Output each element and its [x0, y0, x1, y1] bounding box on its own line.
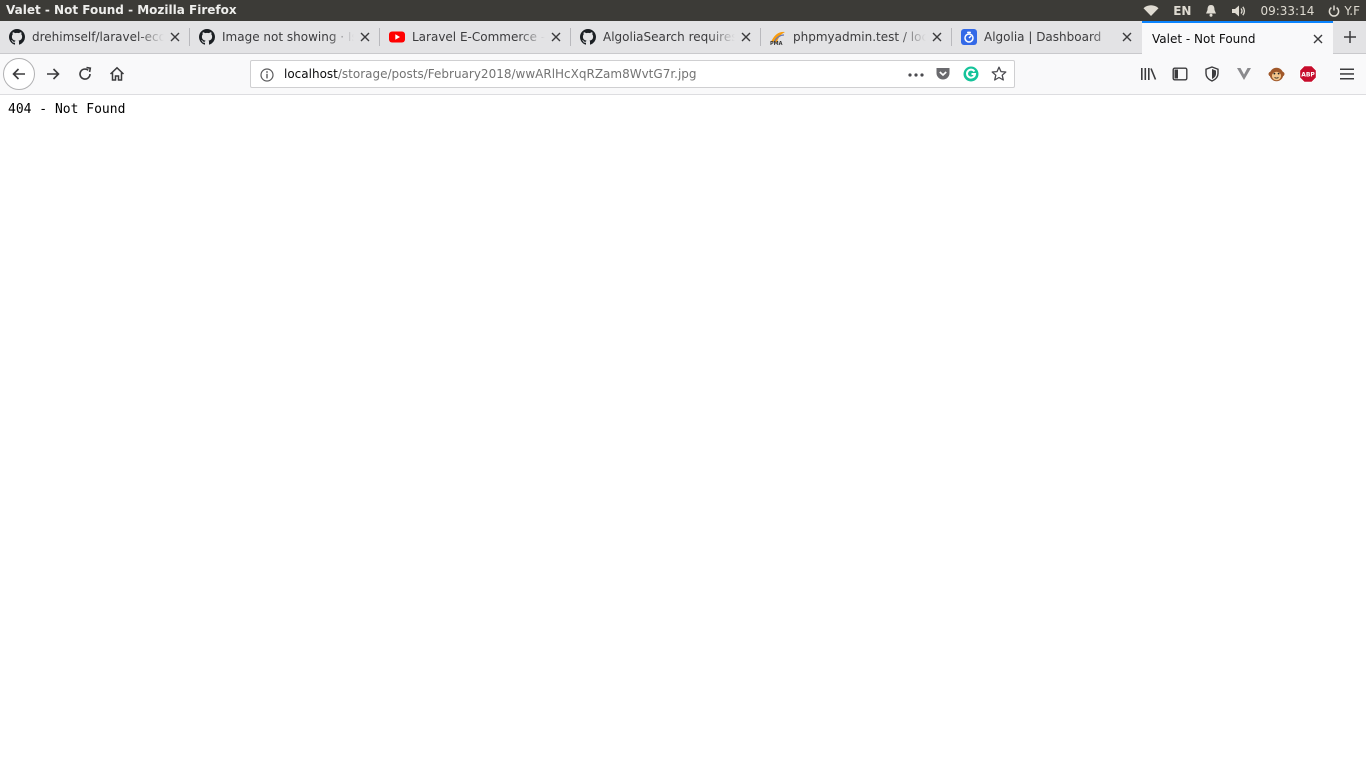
phpmyadmin-icon: PMA [770, 29, 786, 47]
back-arrow-icon [12, 68, 25, 80]
svg-text:PMA: PMA [770, 41, 783, 45]
close-icon[interactable] [545, 26, 567, 48]
bell-icon[interactable] [1205, 4, 1217, 17]
tab-title: Laravel E-Commerce - Search [412, 30, 545, 44]
reload-button[interactable] [70, 58, 100, 90]
forward-button[interactable] [38, 58, 68, 90]
user-name: Y.F [1344, 3, 1360, 18]
url-path: /storage/posts/February2018/wwARlHcXqRZa… [337, 67, 697, 81]
page-content: 404 - Not Found [0, 95, 1366, 768]
monkey-icon[interactable] [1261, 58, 1291, 90]
github-icon [9, 29, 25, 45]
language-indicator[interactable]: EN [1173, 4, 1191, 18]
grammarly-icon[interactable] [963, 66, 979, 86]
tab-strip: drehimself/laravel-ecommerce Image not s… [0, 21, 1366, 54]
close-icon[interactable] [164, 26, 186, 48]
os-top-panel: Valet - Not Found - Mozilla Firefox EN 0… [0, 0, 1366, 21]
tab-title: Valet - Not Found [1152, 31, 1256, 46]
volume-icon[interactable] [1231, 5, 1246, 17]
power-icon [1328, 5, 1340, 17]
tab-youtube-search[interactable]: Laravel E-Commerce - Search [380, 21, 571, 53]
navigation-toolbar: localhost/storage/posts/February2018/wwA… [0, 54, 1366, 95]
system-tray: EN 09:33:14 Y.F [1143, 0, 1360, 21]
clock[interactable]: 09:33:14 [1260, 4, 1314, 18]
adblock-icon[interactable]: ABP [1293, 58, 1323, 90]
pocket-icon[interactable] [935, 66, 951, 86]
tab-valet-not-found[interactable]: Valet - Not Found [1142, 21, 1333, 54]
tab-phpmyadmin[interactable]: PMA phpmyadmin.test / localhost [761, 21, 952, 53]
svg-text:ABP: ABP [1301, 72, 1315, 79]
sidebar-icon[interactable] [1165, 58, 1195, 90]
bookmark-star-icon[interactable] [991, 66, 1007, 86]
tab-title: AlgoliaSearch requires an [603, 30, 735, 44]
close-icon[interactable] [354, 26, 376, 48]
error-message: 404 - Not Found [8, 102, 126, 117]
close-icon[interactable] [1116, 26, 1138, 48]
home-icon [109, 66, 125, 81]
youtube-icon [389, 29, 405, 45]
window-title: Valet - Not Found - Mozilla Firefox [6, 3, 237, 17]
algolia-icon [961, 29, 977, 45]
tab-laravel-ecommerce-repo[interactable]: drehimself/laravel-ecommerce [0, 21, 190, 53]
url-host: localhost [284, 67, 338, 81]
close-icon[interactable] [926, 26, 948, 48]
reload-icon [79, 66, 92, 80]
vivaldi-v-icon[interactable] [1229, 58, 1259, 90]
new-tab-button[interactable] [1334, 21, 1366, 53]
tab-title: Image not showing · Issue [222, 30, 354, 44]
menu-icon[interactable] [1332, 58, 1362, 90]
url-bar[interactable]: localhost/storage/posts/February2018/wwA… [250, 60, 1015, 88]
session-menu[interactable]: Y.F [1328, 4, 1360, 18]
close-icon[interactable] [735, 26, 757, 48]
tab-title: Algolia | Dashboard [984, 30, 1102, 44]
tab-algolia-dashboard[interactable]: Algolia | Dashboard [952, 21, 1142, 53]
tab-algoliasearch-issue[interactable]: AlgoliaSearch requires an [571, 21, 761, 53]
wifi-icon[interactable] [1143, 4, 1159, 17]
library-icon[interactable] [1133, 58, 1163, 90]
tab-title: phpmyadmin.test / localhost [793, 30, 926, 44]
tab-image-not-showing-issue[interactable]: Image not showing · Issue [190, 21, 380, 53]
home-button[interactable] [102, 58, 132, 90]
close-icon[interactable] [1307, 28, 1329, 50]
url-text[interactable]: localhost/storage/posts/February2018/wwA… [284, 67, 697, 81]
back-button[interactable] [3, 58, 35, 90]
github-icon [580, 29, 596, 45]
page-actions-icon[interactable] [907, 67, 925, 86]
github-icon [199, 29, 215, 45]
plus-icon [1344, 31, 1356, 43]
info-icon[interactable] [260, 67, 274, 86]
tab-title: drehimself/laravel-ecommerce [32, 30, 164, 44]
shield-icon[interactable] [1197, 58, 1227, 90]
forward-arrow-icon [47, 68, 60, 80]
